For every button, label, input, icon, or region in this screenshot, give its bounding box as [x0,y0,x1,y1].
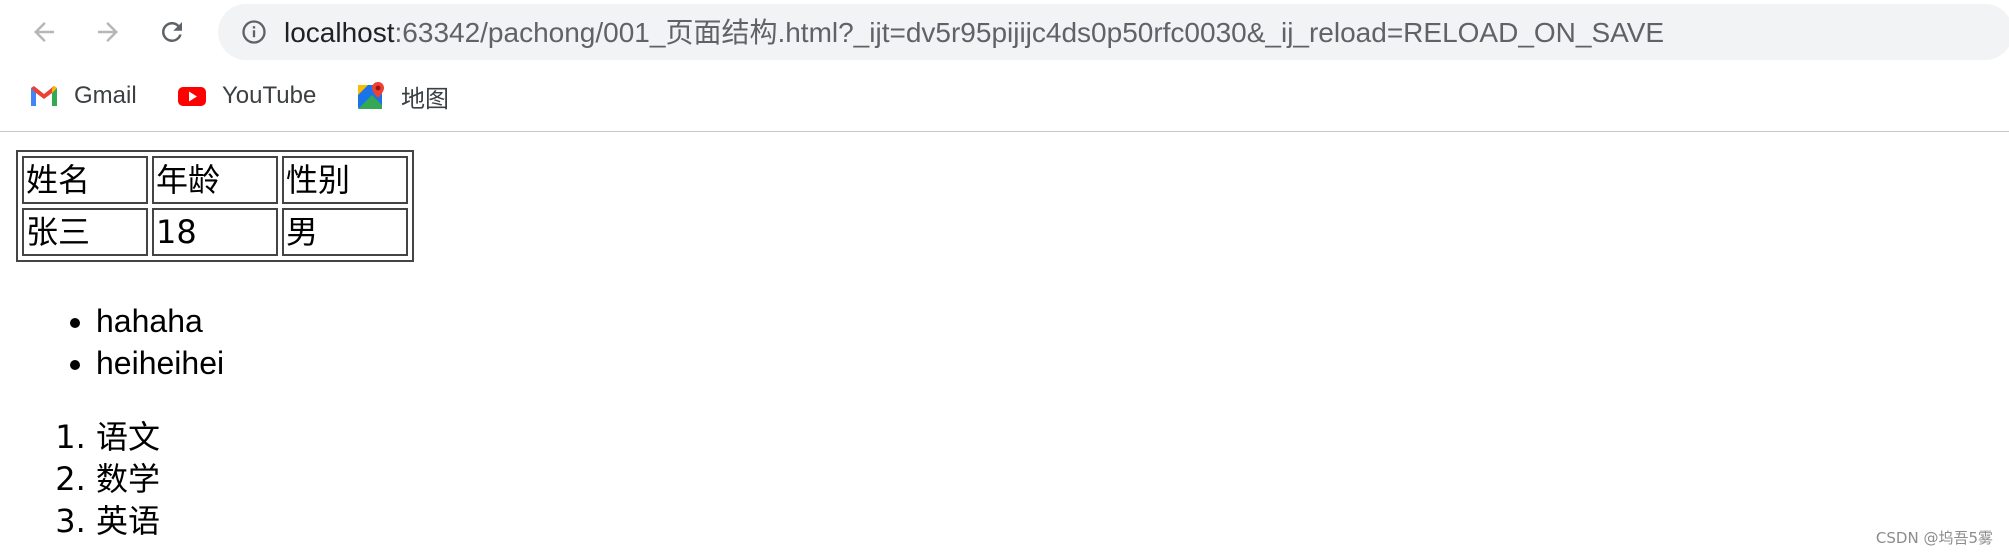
bookmark-youtube[interactable]: YouTube [176,74,316,118]
list-item: heiheihei [96,342,224,384]
list-item: 语文 [96,416,160,458]
maps-icon [358,82,384,109]
people-table: 姓名 年龄 性别 张三 18 男 [16,150,414,262]
table-cell: 张三 [22,208,148,256]
back-arrow-icon [34,22,54,42]
bookmarks-bar: Gmail YouTube 地图 [0,74,2009,118]
table-cell: 年龄 [152,156,278,204]
url-path: :63342/pachong/001_页面结构.html?_ijt=dv5r95… [394,17,1665,48]
browser-toolbar: localhost:63342/pachong/001_页面结构.html?_i… [0,0,2009,62]
list-item: 英语 [96,500,160,542]
list-item: 数学 [96,458,160,500]
table-cell: 姓名 [22,156,148,204]
bookmark-label: 地图 [401,85,449,113]
forward-arrow-icon [98,22,118,42]
url-text[interactable]: localhost:63342/pachong/001_页面结构.html?_i… [284,17,1664,49]
bookmark-maps[interactable]: 地图 [355,74,449,118]
unordered-list: hahaha heiheihei [0,300,224,384]
info-icon[interactable] [240,18,268,46]
reload-button[interactable] [152,12,192,52]
bookmark-label: Gmail [74,82,137,109]
table-row: 张三 18 男 [22,208,408,256]
ordered-list: 语文 数学 英语 [0,416,160,542]
table-row: 姓名 年龄 性别 [22,156,408,204]
table-cell: 18 [152,208,278,256]
bookmark-label: YouTube [222,82,317,109]
youtube-icon [178,87,206,106]
back-button[interactable] [24,12,64,52]
forward-button[interactable] [88,12,128,52]
page-content: 姓名 年龄 性别 张三 18 男 hahaha heiheihei 语文 数学 … [0,132,2009,558]
watermark: CSDN @坞吾5雾 [1875,529,1993,547]
reload-icon [162,22,182,42]
address-bar[interactable]: localhost:63342/pachong/001_页面结构.html?_i… [218,4,2009,60]
table-cell: 男 [282,208,408,256]
list-item: hahaha [96,300,224,342]
gmail-icon [31,86,57,106]
url-host: localhost [284,17,395,48]
bookmark-gmail[interactable]: Gmail [28,74,137,118]
table-cell: 性别 [282,156,408,204]
